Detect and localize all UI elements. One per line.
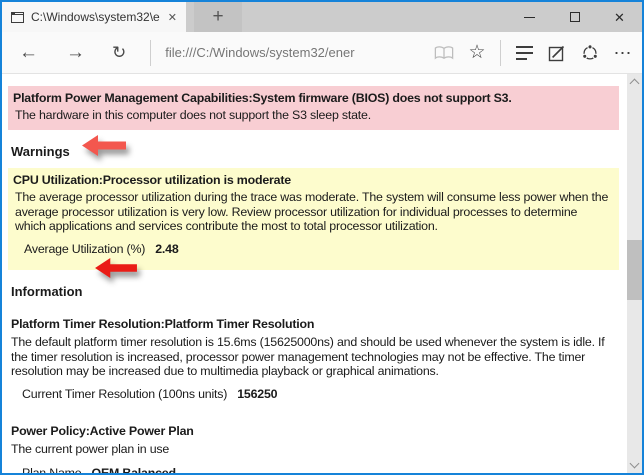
forward-button[interactable]: →: [62, 41, 89, 64]
page-icon: [11, 11, 24, 23]
address-bar[interactable]: file:///C:/Windows/system32/ener: [165, 45, 354, 60]
more-button[interactable]: ⋯: [613, 43, 633, 63]
field-label: Current Timer Resolution (100ns units): [22, 387, 228, 402]
information-heading: Information: [11, 283, 83, 299]
share-button[interactable]: [580, 43, 600, 63]
section-description: The default platform timer resolution is…: [11, 335, 605, 379]
warnings-annotation-arrow-icon: [82, 135, 126, 156]
browser-tab[interactable]: C:\Windows\system32\e ✕: [2, 2, 186, 32]
web-note-icon: [548, 45, 565, 61]
page-content: Platform Power Management Capabilities:S…: [2, 74, 642, 473]
hub-button[interactable]: [514, 43, 534, 63]
error-description: The hardware in this computer does not s…: [15, 108, 371, 123]
titlebar: C:\Windows\system32\e ✕ + ✕: [2, 2, 642, 32]
refresh-icon: ↻: [112, 43, 127, 62]
toolbar-separator: [150, 39, 152, 66]
field-label: Plan Name: [22, 465, 82, 473]
reading-view-button[interactable]: [434, 43, 454, 63]
scrollbar-thumb[interactable]: [627, 240, 642, 300]
error-box: Platform Power Management Capabilities:S…: [8, 86, 619, 130]
hub-icon: [515, 45, 533, 60]
information-annotation-arrow-icon: [95, 258, 137, 278]
maximize-button[interactable]: [552, 2, 597, 32]
maximize-icon: [569, 12, 580, 22]
minimize-button[interactable]: [507, 2, 552, 32]
warning-title: CPU Utilization:Processor utilization is…: [13, 172, 291, 187]
share-icon: [582, 43, 598, 60]
back-button[interactable]: ←: [15, 41, 42, 64]
warning-box: CPU Utilization:Processor utilization is…: [8, 167, 619, 270]
toolbar-right-group: ☆ ⋯: [434, 39, 633, 66]
close-icon: ✕: [614, 9, 625, 25]
section-title: Power Policy:Active Power Plan: [11, 423, 194, 438]
more-icon: ⋯: [613, 42, 633, 63]
toolbar-separator: [500, 39, 501, 66]
refresh-button[interactable]: ↻: [108, 42, 130, 63]
section-title: Platform Timer Resolution:Platform Timer…: [11, 316, 315, 331]
tab-close-icon[interactable]: ✕: [165, 9, 180, 26]
back-icon: ←: [19, 42, 38, 63]
titlebar-drag-area: [242, 2, 507, 32]
web-note-button[interactable]: [547, 43, 567, 63]
browser-window: C:\Windows\system32\e ✕ + ✕ ← → ↻ file:/…: [0, 0, 644, 475]
star-icon: ☆: [468, 42, 486, 63]
vertical-scrollbar[interactable]: [627, 74, 642, 473]
close-button[interactable]: ✕: [597, 2, 642, 32]
scroll-down-icon[interactable]: [629, 458, 640, 469]
field-value: 156250: [237, 387, 278, 402]
error-title: Platform Power Management Capabilities:S…: [13, 91, 512, 105]
field-value: 2.48: [155, 242, 179, 257]
plus-icon: +: [212, 6, 224, 27]
window-controls: ✕: [507, 2, 642, 32]
warning-field: Average Utilization (%) 2.48: [13, 242, 611, 256]
section-description: The current power plan in use: [11, 442, 170, 457]
section-field: Plan Name OEM Balanced: [8, 466, 619, 473]
new-tab-button[interactable]: +: [194, 2, 242, 32]
book-icon: [434, 45, 454, 60]
tab-title: C:\Windows\system32\e: [31, 10, 160, 24]
minimize-icon: [524, 16, 535, 18]
forward-icon: →: [66, 42, 85, 63]
scroll-up-icon[interactable]: [629, 78, 640, 89]
browser-toolbar: ← → ↻ file:///C:/Windows/system32/ener ☆: [2, 32, 642, 74]
warning-description: The average processor utilization during…: [15, 190, 609, 234]
field-label: Average Utilization (%): [24, 242, 146, 257]
field-value: OEM Balanced: [91, 465, 177, 473]
add-favorite-button[interactable]: ☆: [467, 43, 487, 63]
section-field: Current Timer Resolution (100ns units) 15…: [8, 387, 619, 401]
